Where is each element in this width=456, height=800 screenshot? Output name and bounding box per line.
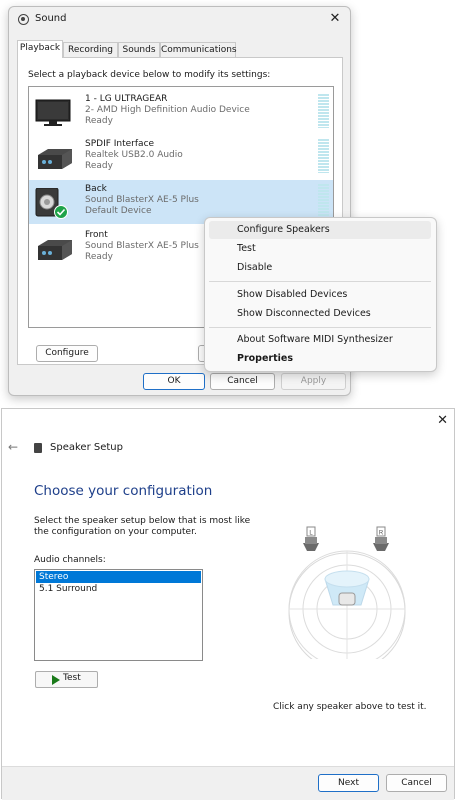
- channel-option-stereo[interactable]: Stereo: [36, 571, 201, 583]
- cancel-button[interactable]: Cancel: [386, 774, 447, 792]
- right-speaker-label: R: [379, 531, 384, 537]
- title-bar: Sound ✕: [9, 7, 350, 33]
- dialog-footer: Next Cancel: [2, 766, 454, 800]
- close-icon[interactable]: ✕: [326, 10, 344, 28]
- menu-item-test[interactable]: Test: [237, 243, 256, 254]
- speaker-app-icon: [18, 14, 29, 25]
- back-arrow-icon[interactable]: ←: [8, 440, 18, 454]
- device-name: SPDIF Interface: [85, 139, 155, 149]
- monitor-icon: [35, 99, 71, 126]
- device-row-spdif[interactable]: SPDIF Interface Realtek USB2.0 Audio Rea…: [29, 135, 333, 179]
- device-status: Ready: [85, 252, 113, 262]
- device-row-lg-ultragear[interactable]: 1 - LG ULTRAGEAR 2- AMD High Definition …: [29, 90, 333, 134]
- device-status: Default Device: [85, 206, 152, 216]
- menu-item-configure-speakers[interactable]: Configure Speakers: [237, 224, 330, 235]
- menu-item-properties[interactable]: Properties: [237, 353, 293, 364]
- window-title: Speaker Setup: [50, 442, 123, 453]
- volume-meter: [318, 94, 329, 128]
- page-heading: Choose your configuration: [34, 483, 213, 499]
- window-title: Sound: [35, 13, 67, 24]
- device-name: Front: [85, 230, 108, 240]
- close-icon[interactable]: ✕: [437, 413, 448, 428]
- test-button[interactable]: Test: [35, 671, 98, 688]
- default-device-check-icon: [54, 205, 68, 219]
- right-speaker[interactable]: R: [373, 526, 389, 551]
- menu-item-about-midi[interactable]: About Software MIDI Synthesizer: [237, 334, 393, 345]
- device-description: Sound BlasterX AE-5 Plus: [85, 241, 199, 251]
- device-status: Ready: [85, 161, 113, 171]
- device-description: Realtek USB2.0 Audio: [85, 150, 183, 160]
- volume-meter: [318, 184, 329, 218]
- play-icon: [52, 675, 60, 685]
- instruction-text: Select a playback device below to modify…: [28, 70, 271, 80]
- speaker-diagram: L R: [288, 526, 406, 659]
- speaker-icon: [34, 443, 42, 453]
- tab-recording[interactable]: Recording: [63, 42, 118, 57]
- menu-separator: [209, 281, 431, 282]
- hint-text: Click any speaker above to test it.: [273, 702, 427, 712]
- tab-playback[interactable]: Playback: [17, 40, 63, 58]
- left-speaker[interactable]: L: [303, 526, 319, 551]
- device-description: Sound BlasterX AE-5 Plus: [85, 195, 199, 205]
- menu-item-disable[interactable]: Disable: [237, 262, 272, 273]
- audio-channels-label: Audio channels:: [34, 555, 106, 565]
- cancel-button[interactable]: Cancel: [210, 373, 275, 390]
- test-button-label: Test: [63, 673, 81, 683]
- instruction-text: Select the speaker setup below that is m…: [34, 516, 251, 537]
- sound-card-icon: [38, 240, 72, 260]
- configure-button[interactable]: Configure: [36, 345, 98, 362]
- channel-option-5-1-surround[interactable]: 5.1 Surround: [36, 583, 201, 595]
- listening-area: [288, 550, 406, 659]
- menu-item-show-disconnected[interactable]: Show Disconnected Devices: [237, 308, 371, 319]
- next-button[interactable]: Next: [318, 774, 379, 792]
- device-name: Back: [85, 184, 107, 194]
- tab-communications[interactable]: Communications: [160, 42, 237, 57]
- device-status: Ready: [85, 116, 113, 126]
- apply-button[interactable]: Apply: [281, 373, 346, 390]
- device-description: 2- AMD High Definition Audio Device: [85, 105, 250, 115]
- audio-channels-list[interactable]: Stereo 5.1 Surround: [34, 569, 203, 661]
- ok-button[interactable]: OK: [143, 373, 205, 390]
- sound-card-icon: [38, 149, 72, 169]
- speaker-setup-window: ✕ ← Speaker Setup Choose your configurat…: [1, 408, 455, 800]
- menu-separator: [209, 327, 431, 328]
- device-name: 1 - LG ULTRAGEAR: [85, 94, 168, 104]
- menu-item-show-disabled[interactable]: Show Disabled Devices: [237, 289, 347, 300]
- tab-sounds[interactable]: Sounds: [118, 42, 160, 57]
- volume-meter: [318, 139, 329, 173]
- context-menu: Configure Speakers Test Disable Show Dis…: [204, 217, 437, 372]
